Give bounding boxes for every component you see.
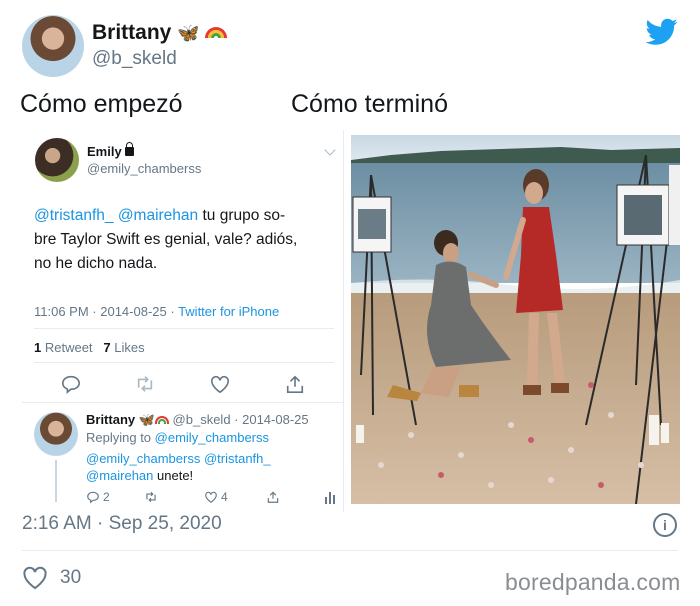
lock-icon bbox=[124, 142, 134, 156]
label-how-it-started: Cómo empezó bbox=[20, 90, 183, 118]
embedded-tweet-screenshot: Emily @emily_chamberss @tristanfh_ @mair… bbox=[22, 130, 344, 512]
emily-display-name: Emily bbox=[87, 142, 134, 159]
tweet-timestamp[interactable]: 2:16 AM · Sep 25, 2020 bbox=[22, 513, 222, 535]
like-heart-icon[interactable] bbox=[22, 566, 48, 590]
twitter-bird-icon bbox=[646, 18, 678, 45]
chevron-down-icon bbox=[324, 144, 336, 156]
analytics-icon bbox=[325, 492, 335, 504]
divider bbox=[34, 362, 334, 363]
share-icon bbox=[267, 491, 279, 503]
reply-icon bbox=[61, 375, 81, 394]
rainbow-emoji-icon bbox=[205, 24, 228, 38]
retweet-icon bbox=[137, 376, 153, 392]
brittany-reply-avatar bbox=[34, 412, 78, 456]
reply-header: Brittany 🦋 @b_skeld · 2014-08-25 bbox=[86, 412, 309, 427]
proposal-photo bbox=[351, 135, 680, 504]
butterfly-emoji-icon: 🦋 bbox=[177, 23, 200, 43]
replying-to: Replying to @emily_chamberss bbox=[86, 430, 269, 445]
embedded-tweet-text: @tristanfh_ @mairehan tu grupo so- bre T… bbox=[34, 207, 298, 272]
heart-icon bbox=[211, 375, 229, 394]
thread-connector bbox=[55, 460, 57, 502]
divider bbox=[22, 550, 678, 551]
divider bbox=[34, 328, 334, 329]
like-count: 30 bbox=[60, 567, 82, 588]
divider bbox=[22, 402, 344, 403]
embedded-tweet-stats: 1 Retweet 7 Likes bbox=[34, 340, 145, 355]
author-handle[interactable]: @b_skeld bbox=[92, 48, 177, 70]
embedded-tweet-meta: 11:06 PM · 2014-08-25 · Twitter for iPho… bbox=[34, 304, 280, 319]
reply-text: @emily_chamberss @tristanfh_ @mairehan u… bbox=[86, 451, 271, 483]
rainbow-emoji-icon bbox=[154, 415, 169, 424]
share-icon bbox=[286, 375, 304, 393]
boredpanda-watermark: boredpanda.com bbox=[505, 569, 681, 595]
info-icon[interactable]: i bbox=[653, 513, 677, 537]
retweet-icon bbox=[146, 491, 156, 503]
author-display-name[interactable]: Brittany 🦋 bbox=[92, 21, 228, 45]
label-how-it-ended: Cómo terminó bbox=[291, 90, 448, 118]
heart-icon bbox=[205, 491, 217, 503]
embedded-tweet-actions bbox=[34, 374, 334, 396]
emily-avatar bbox=[35, 138, 79, 182]
butterfly-emoji-icon: 🦋 bbox=[138, 412, 155, 427]
emily-handle: @emily_chamberss bbox=[87, 161, 202, 176]
reply-icon bbox=[87, 491, 99, 504]
author-avatar[interactable] bbox=[22, 15, 84, 77]
